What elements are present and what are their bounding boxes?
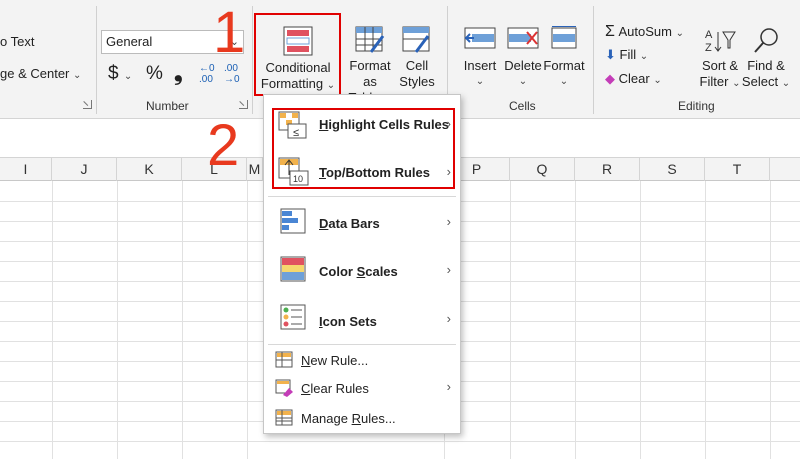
column-header[interactable]: R: [575, 158, 640, 181]
svg-text:Z: Z: [705, 42, 712, 54]
cell-styles-label-1: Cell: [405, 58, 429, 73]
sort-filter-button[interactable]: A Z Sort & Filter ⌄: [697, 26, 743, 92]
column-header[interactable]: T: [705, 158, 770, 181]
insert-button[interactable]: Insert ⌄: [459, 26, 501, 90]
annotation-step-1: 1: [213, 0, 246, 65]
svg-text:A: A: [705, 29, 713, 41]
highlight-box-1: [254, 13, 341, 96]
eraser-icon: ◆: [605, 71, 615, 86]
annotation-step-2: 2: [207, 113, 240, 178]
column-header[interactable]: Q: [510, 158, 575, 181]
format-as-table-icon: [355, 26, 385, 53]
submenu-arrow-icon: ›: [446, 214, 451, 229]
submenu-arrow-icon: ›: [446, 379, 451, 394]
menu-item-new-rule[interactable]: New Rule...: [264, 347, 460, 373]
increase-decimal-button[interactable]: ←0 .00: [199, 63, 215, 85]
alignment-launcher-icon[interactable]: [83, 100, 92, 109]
menu-item-clear-rules[interactable]: Clear Rules ›: [264, 375, 460, 401]
format-label: Format: [543, 58, 585, 73]
menu-item-data-bars[interactable]: Data Bars ›: [264, 201, 460, 245]
column-header[interactable]: I: [0, 158, 52, 181]
menu-divider: [268, 196, 456, 197]
decrease-decimal-button[interactable]: .00 →0: [224, 63, 240, 85]
delete-label: Delete: [504, 58, 542, 73]
menu-item-icon-sets[interactable]: Icon Sets ›: [264, 297, 460, 341]
find-select-button[interactable]: Find & Select ⌄: [741, 26, 791, 92]
column-header[interactable]: S: [640, 158, 705, 181]
insert-cells-icon: [464, 27, 496, 49]
editing-group-label: Editing: [678, 99, 715, 113]
comma-style-button[interactable]: ❟: [174, 60, 183, 86]
column-header[interactable]: J: [52, 158, 117, 181]
format-as-table-label-1: Format as: [349, 58, 391, 89]
cell-styles-icon: [402, 26, 430, 53]
number-launcher-icon[interactable]: [239, 100, 248, 109]
number-group-label: Number: [146, 99, 189, 113]
submenu-arrow-icon: ›: [446, 262, 451, 277]
menu-item-manage-rules[interactable]: Manage Rules...: [264, 405, 460, 431]
manage-rules-icon: [275, 409, 293, 426]
format-cells-icon: [551, 26, 577, 49]
cells-group-label: Cells: [509, 99, 536, 113]
clear-rules-icon: [275, 379, 293, 397]
separator: [252, 6, 253, 114]
highlight-box-2: [272, 108, 455, 189]
fill-button[interactable]: ⬇ Fill ⌄: [605, 47, 648, 63]
separator: [593, 6, 594, 114]
autosum-button[interactable]: Σ AutoSum ⌄: [605, 23, 684, 41]
currency-button[interactable]: $ ⌄: [108, 63, 132, 85]
menu-item-color-scales[interactable]: Color Scales ›: [264, 249, 460, 293]
sigma-icon: Σ: [605, 23, 615, 40]
delete-button[interactable]: Delete ⌄: [502, 26, 544, 90]
insert-label: Insert: [463, 58, 497, 73]
menu-divider: [268, 344, 456, 345]
find-select-label-1: Find &: [747, 58, 785, 73]
cell-styles-label-2: Styles: [399, 74, 435, 89]
submenu-arrow-icon: ›: [446, 311, 451, 326]
wrap-text-button[interactable]: o Text: [0, 34, 34, 49]
new-rule-icon: [275, 351, 293, 368]
fill-down-icon: ⬇: [605, 47, 616, 62]
percent-button[interactable]: %: [146, 63, 163, 85]
clear-button[interactable]: ◆ Clear ⌄: [605, 71, 662, 87]
sort-filter-icon: A Z: [705, 29, 736, 54]
merge-center-button[interactable]: ge & Center ⌄: [0, 66, 81, 81]
magnifier-icon: [754, 28, 778, 53]
column-header[interactable]: M: [247, 158, 263, 181]
separator: [96, 6, 97, 114]
sort-filter-label-1: Sort &: [701, 58, 739, 73]
data-bars-icon: [280, 208, 306, 234]
sort-filter-label-2: Filter: [699, 74, 729, 89]
icon-sets-icon: [280, 304, 306, 330]
find-select-label-2: Select: [741, 74, 779, 89]
column-header[interactable]: K: [117, 158, 182, 181]
format-button[interactable]: Format ⌄: [543, 26, 585, 90]
delete-cells-icon: [507, 27, 539, 49]
color-scales-icon: [280, 256, 306, 282]
